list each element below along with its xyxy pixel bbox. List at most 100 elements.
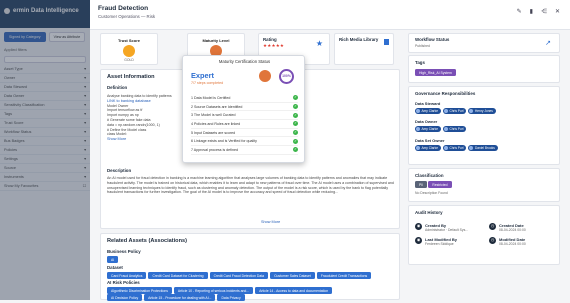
person-chip[interactable]: Chris Puri xyxy=(442,108,467,114)
maturity-certification-popover: Maturity Certification Status Expert 7/7… xyxy=(182,55,305,163)
asset-info-title: Asset Information xyxy=(107,74,155,80)
media-icon xyxy=(384,39,389,45)
person-chip[interactable]: Daniel Brooks xyxy=(468,145,498,151)
classification-description: No Description Found xyxy=(415,191,448,195)
edit-icon[interactable]: ✎ xyxy=(517,8,522,15)
description-label: Description xyxy=(107,168,132,173)
popover-title: Maturity Certification Status xyxy=(218,59,271,64)
check-icon: ✓ xyxy=(293,104,298,110)
trust-score-label: Trust Score xyxy=(117,38,140,43)
trust-score-value: GOLD xyxy=(124,58,134,62)
tag-chip[interactable]: High_Risk_AI System xyxy=(415,69,456,76)
dataset-chip[interactable]: Customer Sales Dataset xyxy=(270,272,315,279)
drawer-header: Fraud Detection Customer Operations — Ri… xyxy=(90,0,570,30)
tags-card: Tags High_Risk_AI System xyxy=(408,55,560,83)
clock-icon: ◷ xyxy=(489,223,496,230)
tags-title: Tags xyxy=(415,60,425,65)
check-icon: ✓ xyxy=(293,112,298,118)
workflow-value: Published xyxy=(415,44,430,48)
avatar xyxy=(416,127,420,131)
trust-score-card[interactable]: Trust Score GOLD xyxy=(100,33,158,65)
check-icon: ✓ xyxy=(293,95,298,101)
dataset-chip[interactable]: Credit Card Dataset for Clustering xyxy=(148,272,208,279)
audit-title: Audit History xyxy=(415,210,443,215)
maturity-label: Maturity Level xyxy=(202,38,230,43)
check-icon: ✓ xyxy=(293,130,298,136)
governance-title: Governance Responsibilities xyxy=(415,91,476,96)
dataset-chip[interactable]: Credit Card Fraud Detection Data xyxy=(209,272,269,279)
check-icon: ✓ xyxy=(293,121,298,127)
classification-title: Classification xyxy=(415,173,444,178)
person-chip[interactable]: Chris Puri xyxy=(442,145,467,151)
person-chip[interactable]: Henry Jones xyxy=(468,108,496,114)
gold-badge-icon xyxy=(123,45,135,57)
audit-history-card: Audit History ◉ Created By Administrator ·… xyxy=(408,205,560,265)
avatar xyxy=(443,127,448,131)
definition-label: Definition xyxy=(107,85,128,90)
ai-risk-chip[interactable]: Article 10 - Reporting of serious incide… xyxy=(173,287,254,294)
checklist-item: 3 The Model is well Curated ✓ xyxy=(191,111,298,121)
modified-date-value: 08-04-2024 00:00 xyxy=(499,242,526,246)
person-chip[interactable]: Chris Puri xyxy=(442,126,467,132)
avatar xyxy=(416,109,420,113)
modified-by-value: Ferdeeen Siddique xyxy=(425,242,454,246)
user-icon: ◉ xyxy=(415,237,422,244)
workflow-title: Workflow Status xyxy=(415,37,450,42)
dataset-label: Dataset xyxy=(107,265,123,270)
checklist-item: 4 Policies and Rules are linked ✓ xyxy=(191,120,298,129)
person-chip[interactable]: Amy Clarke xyxy=(415,126,441,132)
page-subtitle: Customer Operations — Risk xyxy=(98,14,156,19)
related-assets-card: Related Assets (Associations) Business P… xyxy=(100,233,400,301)
business-policy-chip[interactable]: AI xyxy=(107,256,119,263)
avatar xyxy=(469,146,474,150)
created-by-value: Administrator · Default Sys... xyxy=(425,228,469,232)
avatar xyxy=(416,146,420,150)
dataset-chip[interactable]: Card Fraud Analytics xyxy=(107,272,147,279)
page-title: Fraud Detection xyxy=(98,5,149,12)
related-title: Related Assets (Associations) xyxy=(107,238,187,244)
rating-stars: ★★★★★ xyxy=(263,43,285,48)
user-icon: ◉ xyxy=(415,223,422,230)
rating-label: Rating xyxy=(263,37,277,42)
ai-risk-chip[interactable]: Algorithmic Discrimination Protections xyxy=(107,287,172,294)
clock-icon: ◷ xyxy=(489,237,496,244)
close-icon[interactable]: ✕ xyxy=(555,8,560,15)
classification-chip[interactable]: PII xyxy=(415,181,428,188)
trend-icon: ↗ xyxy=(545,40,551,47)
person-chip[interactable]: Amy Clarke xyxy=(415,108,441,114)
checklist-item: 2 Source Datasets are Identified ✓ xyxy=(191,103,298,112)
ai-risk-chip[interactable]: Article 14 - Access to data and document… xyxy=(255,287,333,294)
checklist-item: 5 Input Datasets are scored ✓ xyxy=(191,129,298,138)
data-set-owner-label: Data Set Owner xyxy=(415,138,445,143)
bookmark-icon[interactable]: ▮ xyxy=(530,8,533,15)
avatar xyxy=(469,109,474,113)
description-show-more[interactable]: Show More xyxy=(261,220,280,224)
share-icon[interactable]: ⋲ xyxy=(541,8,547,15)
workflow-card: Workflow Status Published ↗ xyxy=(408,33,560,53)
data-owner-label: Data Owner xyxy=(415,119,438,124)
ai-risk-label: AI Risk Policies xyxy=(107,280,140,285)
rich-media-label: Rich Media Library xyxy=(339,37,379,42)
check-icon: ✓ xyxy=(293,138,298,144)
avatar xyxy=(443,146,448,150)
rich-media-card[interactable]: Rich Media Library xyxy=(334,33,394,65)
checklist-item: 6 Linkage exists and is Verified for qua… xyxy=(191,137,298,147)
avatar xyxy=(443,109,448,113)
governance-card: Governance Responsibilities Data Steward… xyxy=(408,86,560,165)
description-text: An AI model used for fraud detection in … xyxy=(107,176,394,195)
dataset-chip[interactable]: Fraudulent Credit Transactions xyxy=(316,272,372,279)
steps-completed: 7/7 steps completed xyxy=(191,81,224,85)
check-icon: ✓ xyxy=(293,147,298,153)
checklist-item: 1 Data Model is Certified ✓ xyxy=(191,94,298,103)
classification-card: Classification PII Restricted No Descrip… xyxy=(408,168,560,202)
star-icon: ★ xyxy=(315,39,323,48)
classification-chip[interactable]: Restricted xyxy=(428,181,452,188)
asset-detail-drawer: Fraud Detection Customer Operations — Ri… xyxy=(90,0,570,301)
data-steward-label: Data Steward xyxy=(415,101,441,106)
maturity-level-text: Expert xyxy=(191,71,215,80)
expert-badge-icon xyxy=(259,70,271,82)
checklist-item: 7 Approval process is defined ✓ xyxy=(191,146,298,155)
business-policy-label: Business Policy xyxy=(107,249,141,254)
person-chip[interactable]: Amy Clarke xyxy=(415,145,441,151)
definition-show-more[interactable]: Show More xyxy=(107,137,187,142)
